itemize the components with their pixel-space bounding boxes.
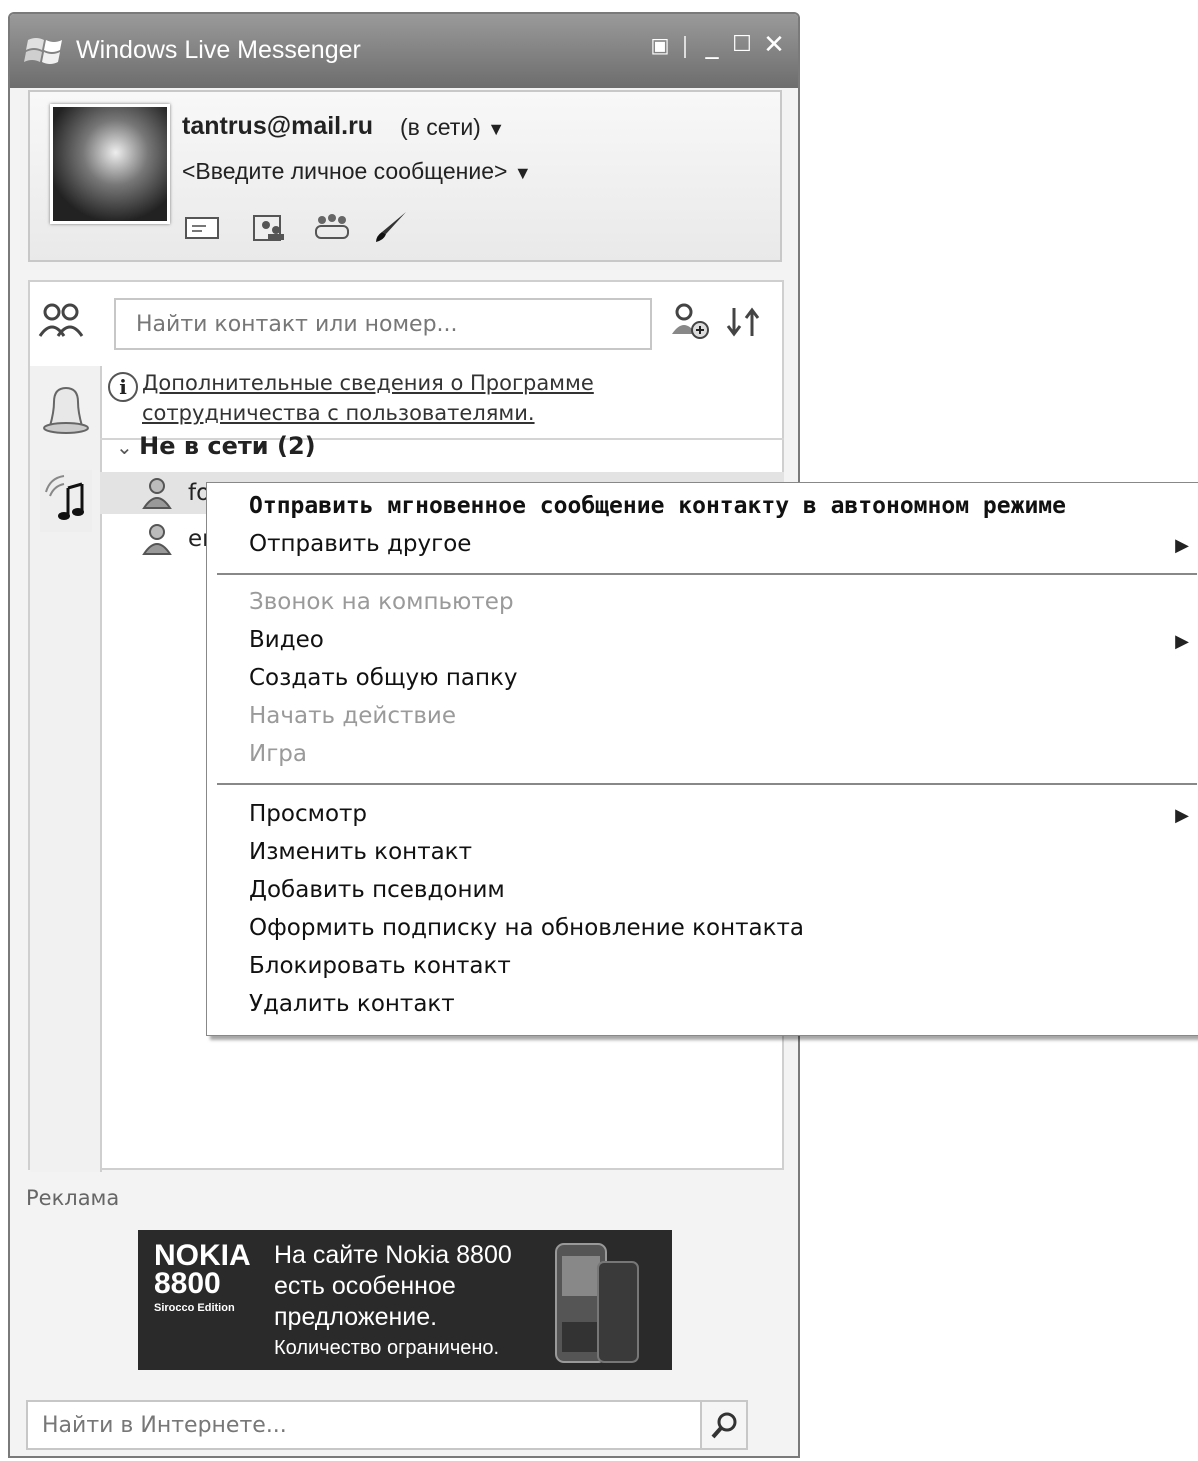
contact-person-icon	[142, 478, 172, 509]
web-search-button[interactable]	[700, 1400, 748, 1450]
submenu-arrow-icon: ▶	[1175, 535, 1189, 556]
svg-text:i: i	[119, 375, 127, 399]
chevron-down-icon: ⌄	[116, 435, 140, 459]
title-divider	[684, 36, 686, 58]
ad-brand-line1: NOKIA	[154, 1239, 251, 1272]
group-header[interactable]: ⌄ Не в сети (2)	[116, 432, 316, 460]
contact-person-icon	[142, 524, 172, 555]
menu-block-contact[interactable]: Блокировать контакт	[249, 953, 511, 979]
ad-line3: предложение.	[274, 1303, 438, 1331]
email-icon[interactable]	[182, 210, 222, 244]
menu-send-other[interactable]: Отправить другое	[249, 531, 1179, 557]
menu-subscribe-updates[interactable]: Оформить подписку на обновление контакта	[249, 915, 804, 941]
menu-send-offline-im[interactable]: Отправить мгновенное сообщение контакту …	[249, 493, 1066, 519]
menu-pc-call: Звонок на компьютер	[249, 589, 514, 615]
phone-image	[555, 1243, 639, 1363]
profile-header: tantrus@mail.ru (в сети) ▼ <Введите личн…	[28, 90, 782, 262]
info-link-line1: Дополнительные сведения о Программе	[142, 371, 594, 395]
ad-line1: На сайте Nokia 8800	[274, 1241, 512, 1269]
ad-text: На сайте Nokia 8800 есть особенное предл…	[274, 1240, 512, 1364]
display-name[interactable]: tantrus@mail.ru	[182, 112, 373, 141]
window-title: Windows Live Messenger	[76, 36, 361, 64]
groups-icon[interactable]	[312, 210, 352, 244]
contacts-tab-icon[interactable]	[38, 302, 86, 342]
menu-icon[interactable]: ▣	[646, 32, 674, 58]
menu-game: Игра	[249, 741, 307, 767]
contacts-icon[interactable]	[250, 210, 290, 244]
menu-edit-contact[interactable]: Изменить контакт	[249, 839, 472, 865]
paint-icon[interactable]	[372, 210, 412, 244]
menu-video[interactable]: Видео	[249, 627, 324, 653]
menu-separator	[217, 783, 1197, 785]
close-icon[interactable]: ✕	[760, 32, 788, 58]
group-label: Не в сети	[139, 432, 269, 460]
ad-brand-line2: 8800	[154, 1267, 221, 1300]
search-icon	[711, 1412, 737, 1439]
maximize-icon[interactable]: ☐	[728, 32, 756, 58]
context-menu: Отправить мгновенное сообщение контакту …	[206, 482, 1198, 1036]
group-count: (2)	[276, 432, 316, 460]
ad-label: Реклама	[26, 1186, 120, 1210]
menu-view[interactable]: Просмотр	[249, 801, 367, 827]
menu-send-other-label: Отправить другое	[249, 531, 472, 557]
menu-separator	[217, 573, 1197, 575]
contact-search-input[interactable]: Найти контакт или номер...	[114, 298, 652, 350]
ad-brand: NOKIA 8800 Sirocco Edition	[154, 1239, 251, 1318]
music-icon[interactable]	[38, 468, 94, 534]
info-link-line2: сотрудничества с пользователями.	[142, 401, 535, 425]
bell-icon[interactable]	[40, 382, 92, 438]
windows-logo-icon	[24, 38, 62, 64]
web-search-input[interactable]: Найти в Интернете...	[26, 1400, 706, 1450]
ad-line2: есть особенное	[274, 1272, 456, 1300]
menu-create-shared-folder[interactable]: Создать общую папку	[249, 665, 518, 691]
personal-message-text: <Введите личное сообщение>	[182, 158, 508, 184]
minimize-icon[interactable]: _	[698, 32, 726, 58]
ad-brand-line3: Sirocco Edition	[154, 1302, 235, 1314]
submenu-arrow-icon: ▶	[1175, 631, 1189, 652]
menu-delete-contact[interactable]: Удалить контакт	[249, 991, 455, 1017]
title-bar[interactable]: Windows Live Messenger ▣ _ ☐ ✕	[10, 14, 798, 88]
chevron-down-icon: ▼	[487, 119, 506, 139]
add-contact-icon[interactable]	[670, 302, 710, 342]
sort-icon[interactable]	[724, 304, 764, 340]
avatar[interactable]	[50, 104, 170, 224]
menu-add-nickname[interactable]: Добавить псевдоним	[249, 877, 505, 903]
info-icon: i	[108, 372, 138, 402]
menu-start-activity: Начать действие	[249, 703, 457, 729]
submenu-arrow-icon: ▶	[1175, 805, 1189, 826]
ad-line4: Количество ограничено.	[274, 1337, 500, 1359]
info-link[interactable]: Дополнительные сведения о Программе сотр…	[142, 368, 594, 428]
chevron-down-icon: ▼	[513, 163, 532, 183]
personal-message-field[interactable]: <Введите личное сообщение> ▼	[182, 158, 532, 185]
status-text: (в сети)	[400, 114, 481, 140]
ad-banner[interactable]: NOKIA 8800 Sirocco Edition На сайте Noki…	[138, 1230, 672, 1370]
status-selector[interactable]: (в сети) ▼	[400, 114, 505, 141]
